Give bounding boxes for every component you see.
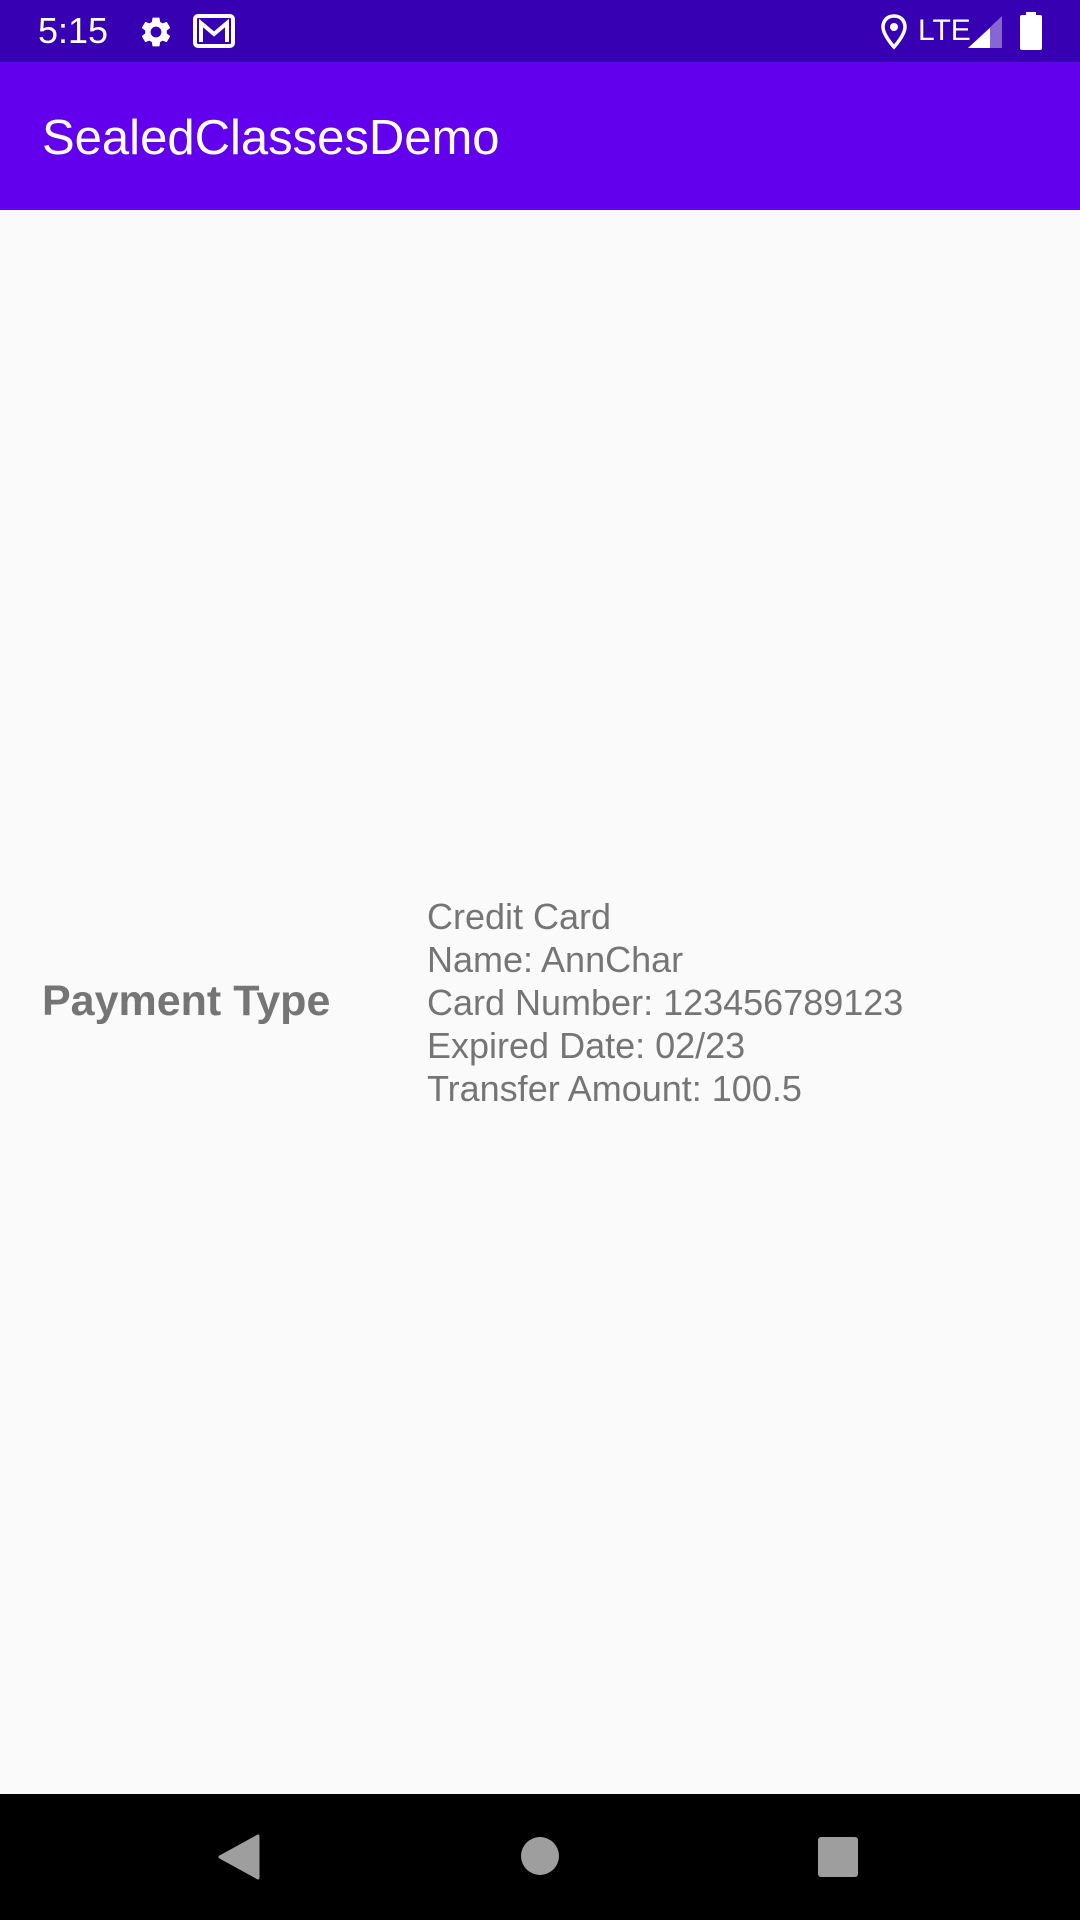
network-type: LTE bbox=[918, 14, 971, 47]
battery-icon bbox=[1020, 12, 1042, 55]
main-content: Payment Type Credit Card Name: AnnChar C… bbox=[0, 210, 1080, 1794]
home-icon[interactable] bbox=[520, 1836, 560, 1881]
payment-details: Credit Card Name: AnnChar Card Number: 1… bbox=[427, 895, 903, 1110]
signal-icon bbox=[968, 16, 1002, 53]
expired-date: Expired Date: 02/23 bbox=[427, 1025, 746, 1066]
status-time: 5:15 bbox=[38, 10, 109, 51]
payment-type-label: Payment Type bbox=[42, 977, 331, 1025]
recents-icon[interactable] bbox=[818, 1837, 858, 1882]
payment-method-type: Credit Card bbox=[427, 896, 612, 937]
card-holder-name: Name: AnnChar bbox=[427, 939, 684, 980]
location-icon bbox=[880, 14, 908, 55]
settings-icon bbox=[138, 14, 174, 55]
gmail-icon bbox=[193, 13, 235, 54]
navigation-bar bbox=[0, 1794, 1080, 1920]
card-number: Card Number: 123456789123 bbox=[427, 982, 904, 1023]
app-bar: SealedClassesDemo bbox=[0, 62, 1080, 210]
app-title: SealedClassesDemo bbox=[42, 111, 500, 165]
status-bar: 5:15 LTE bbox=[0, 0, 1080, 62]
back-icon[interactable] bbox=[216, 1834, 260, 1885]
transfer-amount: Transfer Amount: 100.5 bbox=[427, 1068, 802, 1109]
